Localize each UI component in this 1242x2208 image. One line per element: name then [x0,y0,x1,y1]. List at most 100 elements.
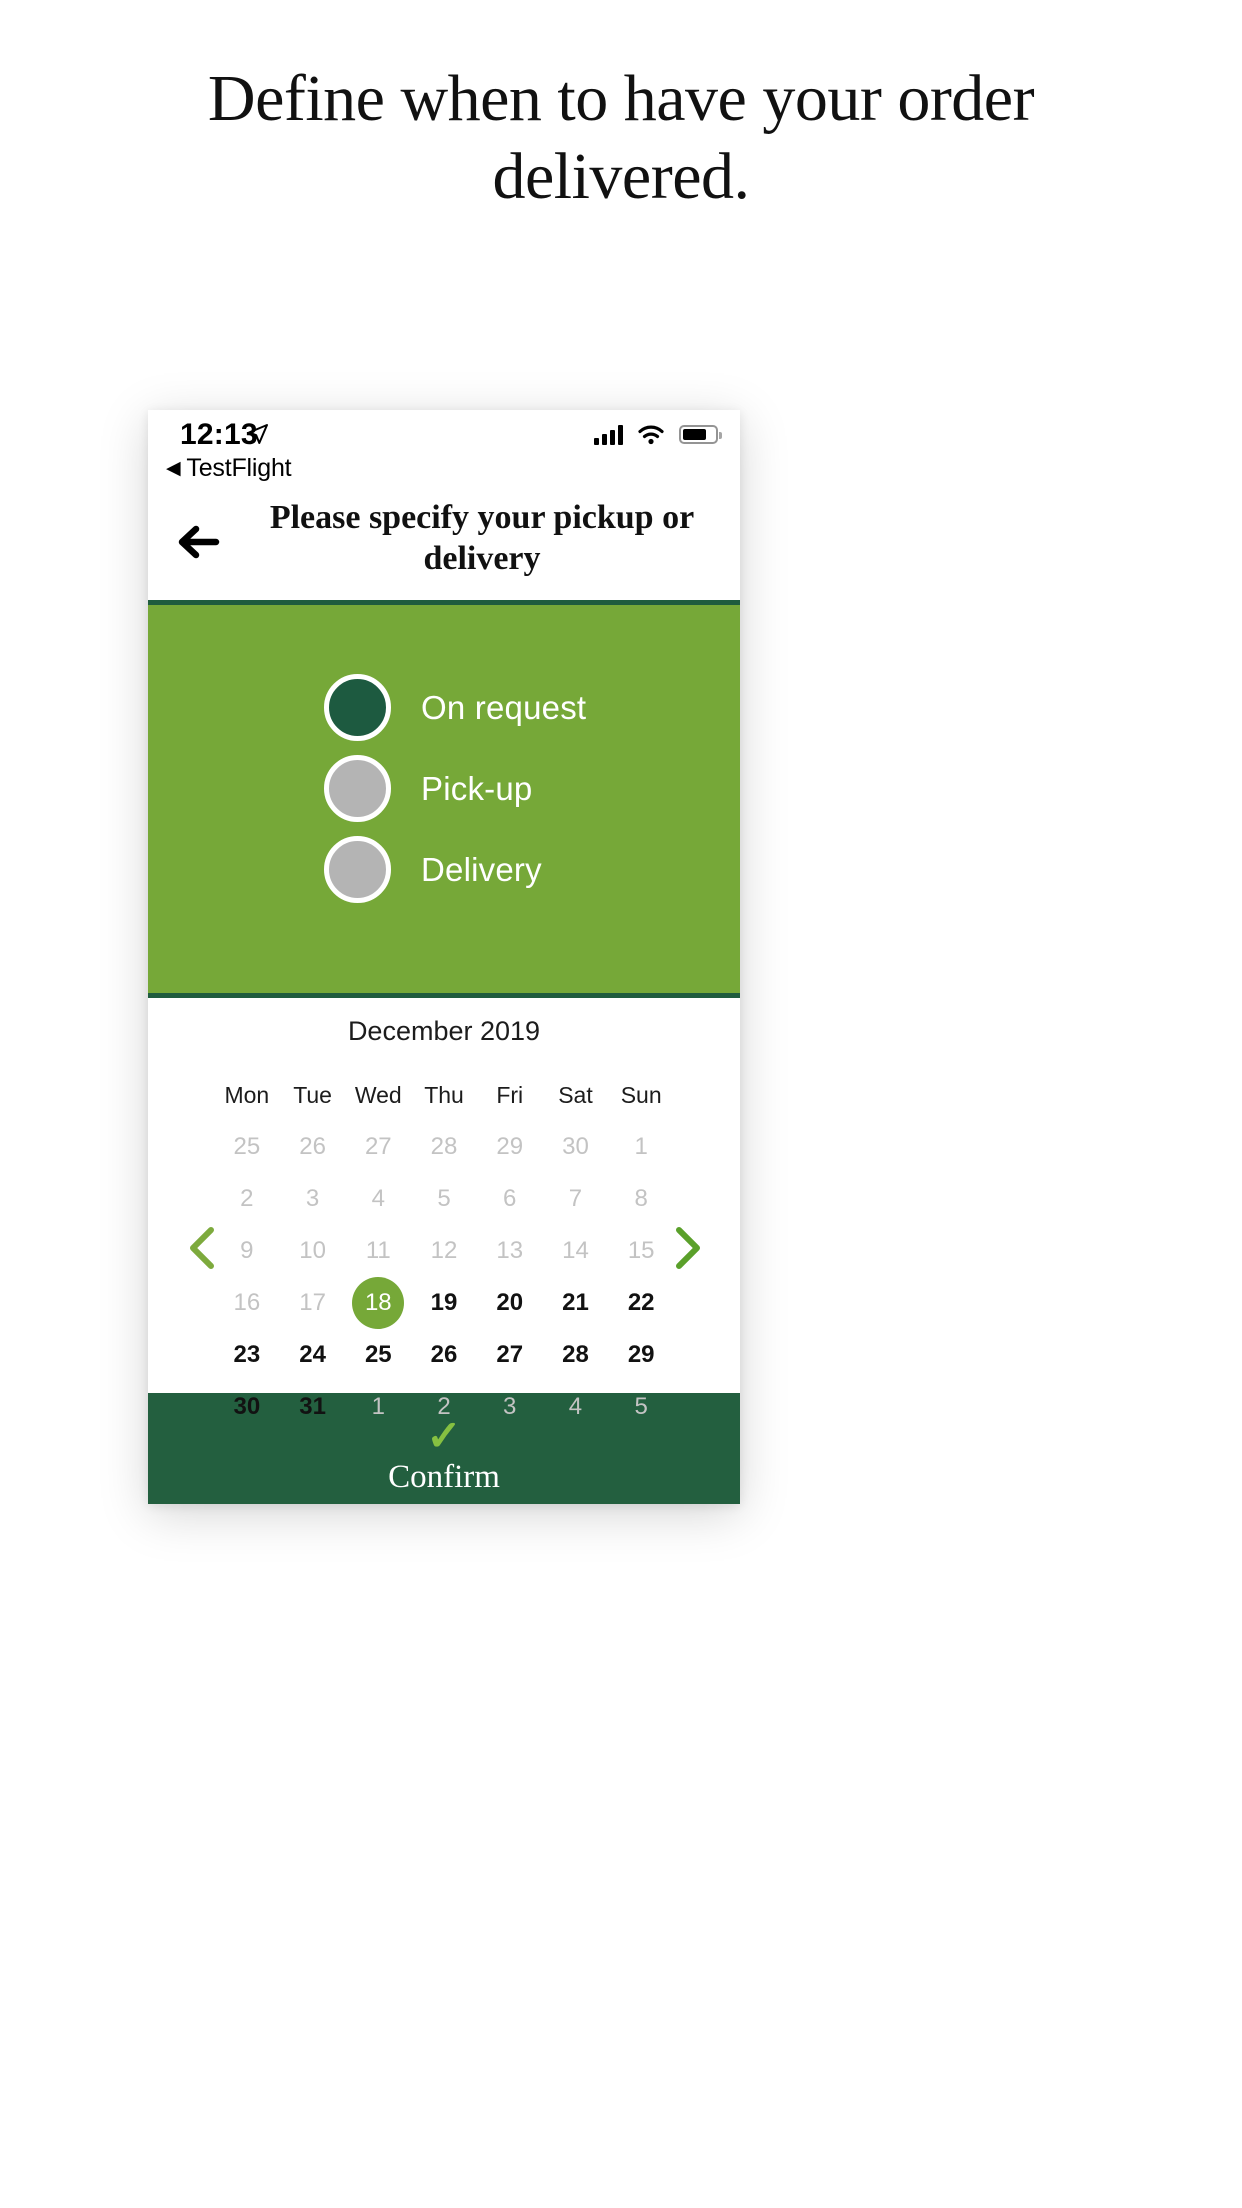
back-arrow-icon[interactable] [176,522,220,562]
calendar-day-15[interactable]: 15 [608,1237,674,1265]
calendar-day-2[interactable]: 2 [411,1393,477,1421]
calendar-day-label: 25 [233,1133,261,1160]
radio-on-request[interactable] [324,674,391,741]
calendar-day-label: 26 [299,1133,326,1160]
calendar-day-25[interactable]: 25 [345,1341,411,1369]
calendar-day-27[interactable]: 27 [477,1341,543,1369]
calendar-day-label: 7 [568,1185,583,1212]
back-triangle-icon: ◀ [166,458,181,479]
calendar-day-label: 30 [562,1133,589,1160]
confirm-label: Confirm [388,1459,500,1495]
calendar-day-24[interactable]: 24 [280,1341,346,1369]
calendar-day-13[interactable]: 13 [477,1237,543,1265]
calendar-day-label: 13 [496,1237,524,1264]
option-on-request[interactable]: On request [148,667,740,748]
calendar-day-20[interactable]: 20 [477,1289,543,1317]
calendar-day-6[interactable]: 6 [477,1185,543,1213]
calendar-day-label: 1 [634,1133,648,1160]
calendar-day-label: 18 [352,1277,405,1329]
calendar-day-label: 29 [496,1133,524,1160]
option-delivery[interactable]: Delivery [148,829,740,910]
radio-pick-up[interactable] [324,755,391,822]
calendar-day-label: 2 [437,1393,451,1420]
calendar-day-5[interactable]: 5 [608,1393,674,1421]
calendar-day-label: 27 [364,1133,392,1160]
calendar-day-label: 27 [496,1341,524,1368]
calendar-day-23[interactable]: 23 [214,1341,280,1369]
calendar-day-2[interactable]: 2 [214,1185,280,1213]
calendar-day-17[interactable]: 17 [280,1289,346,1317]
calendar-day-12[interactable]: 12 [411,1237,477,1265]
calendar-day-3[interactable]: 3 [280,1185,346,1213]
calendar-day-19[interactable]: 19 [411,1289,477,1317]
calendar-day-9[interactable]: 9 [214,1237,280,1265]
calendar-day-label: 3 [305,1185,320,1212]
calendar-day-label: 23 [233,1341,261,1368]
nav-header: Please specify your pickup or delivery [148,488,740,600]
calendar-day-7[interactable]: 7 [543,1185,609,1213]
calendar-day-label: 22 [627,1289,655,1316]
calendar-day-3[interactable]: 3 [477,1393,543,1421]
calendar-day-label: 11 [365,1237,391,1264]
calendar-day-29[interactable]: 29 [608,1341,674,1369]
phone-screenshot: 12:13 ◀ TestFlight Please specify your p… [148,410,740,1504]
calendar-day-14[interactable]: 14 [543,1237,609,1265]
calendar-day-label: 29 [627,1341,655,1368]
calendar-day-10[interactable]: 10 [280,1237,346,1265]
chevron-right-icon[interactable] [670,1226,704,1270]
calendar-day-21[interactable]: 21 [543,1289,609,1317]
battery-icon [679,425,722,444]
calendar-day-label: 4 [568,1393,583,1420]
calendar-day-label: 14 [562,1237,589,1264]
calendar-day-label: 31 [299,1393,326,1420]
calendar-day-30[interactable]: 30 [214,1393,280,1421]
page-root: Define when to have your order delivered… [0,0,1242,2208]
calendar-day-label: 26 [430,1341,458,1368]
calendar-day-label: 12 [430,1237,458,1264]
calendar-day-11[interactable]: 11 [345,1237,411,1265]
calendar-weeks: 25 26 27 28 29 30 1 2 3 4 5 6 7 8 9 10 11 12 13 14 15 16 17 18 1… [214,1121,674,1433]
calendar-day-label: 4 [371,1185,385,1212]
calendar-grid: Mon Tue Wed Thu Fri Sat Sun 25 26 27 28 29 30… [214,1069,674,1433]
cellular-signal-icon [594,424,623,445]
calendar-day-22[interactable]: 22 [608,1289,674,1317]
calendar-week-row: 2 3 4 5 6 7 8 [214,1173,674,1225]
calendar-day-25[interactable]: 25 [214,1133,280,1161]
calendar-day-4[interactable]: 4 [543,1393,609,1421]
calendar-day-28[interactable]: 28 [543,1341,609,1369]
calendar-day-5[interactable]: 5 [411,1185,477,1213]
radio-delivery[interactable] [324,836,391,903]
calendar-day-label: 6 [503,1185,517,1212]
calendar-day-16[interactable]: 16 [214,1289,280,1317]
calendar-day-29[interactable]: 29 [477,1133,543,1161]
calendar-day-26[interactable]: 26 [280,1133,346,1161]
calendar-day-18[interactable]: 18 [345,1277,411,1329]
back-to-app-link[interactable]: ◀ TestFlight [166,454,292,483]
calendar-week-row: 9 10 11 12 13 14 15 [214,1225,674,1277]
calendar-day-31[interactable]: 31 [280,1393,346,1421]
weekday-label: Mon [224,1081,270,1108]
calendar-month-label: December 2019 [347,1016,541,1046]
calendar-day-label: 19 [430,1289,458,1316]
calendar-day-26[interactable]: 26 [411,1341,477,1369]
calendar-day-28[interactable]: 28 [411,1133,477,1161]
option-pick-up[interactable]: Pick-up [148,748,740,829]
calendar-day-1[interactable]: 1 [608,1133,674,1161]
calendar-week-row: 30 31 1 2 3 4 5 [214,1381,674,1433]
calendar-day-1[interactable]: 1 [345,1393,411,1421]
calendar-day-8[interactable]: 8 [608,1185,674,1213]
calendar-day-label: 2 [240,1185,254,1212]
calendar-day-label: 28 [562,1341,589,1368]
calendar-day-27[interactable]: 27 [345,1133,411,1161]
option-label: Delivery [421,850,542,888]
calendar-day-30[interactable]: 30 [543,1133,609,1161]
calendar-day-label: 5 [437,1185,451,1212]
calendar-day-4[interactable]: 4 [345,1185,411,1213]
location-arrow-icon [248,424,268,444]
calendar-day-label: 8 [634,1185,648,1212]
calendar: December 2019 Mon Tue Wed Thu Fri Sat Su… [148,998,740,1420]
status-indicators [594,424,722,445]
wifi-icon [638,425,664,445]
calendar-weekday-header: Mon Tue Wed Thu Fri Sat Sun [214,1069,674,1121]
option-label: Pick-up [421,769,533,807]
